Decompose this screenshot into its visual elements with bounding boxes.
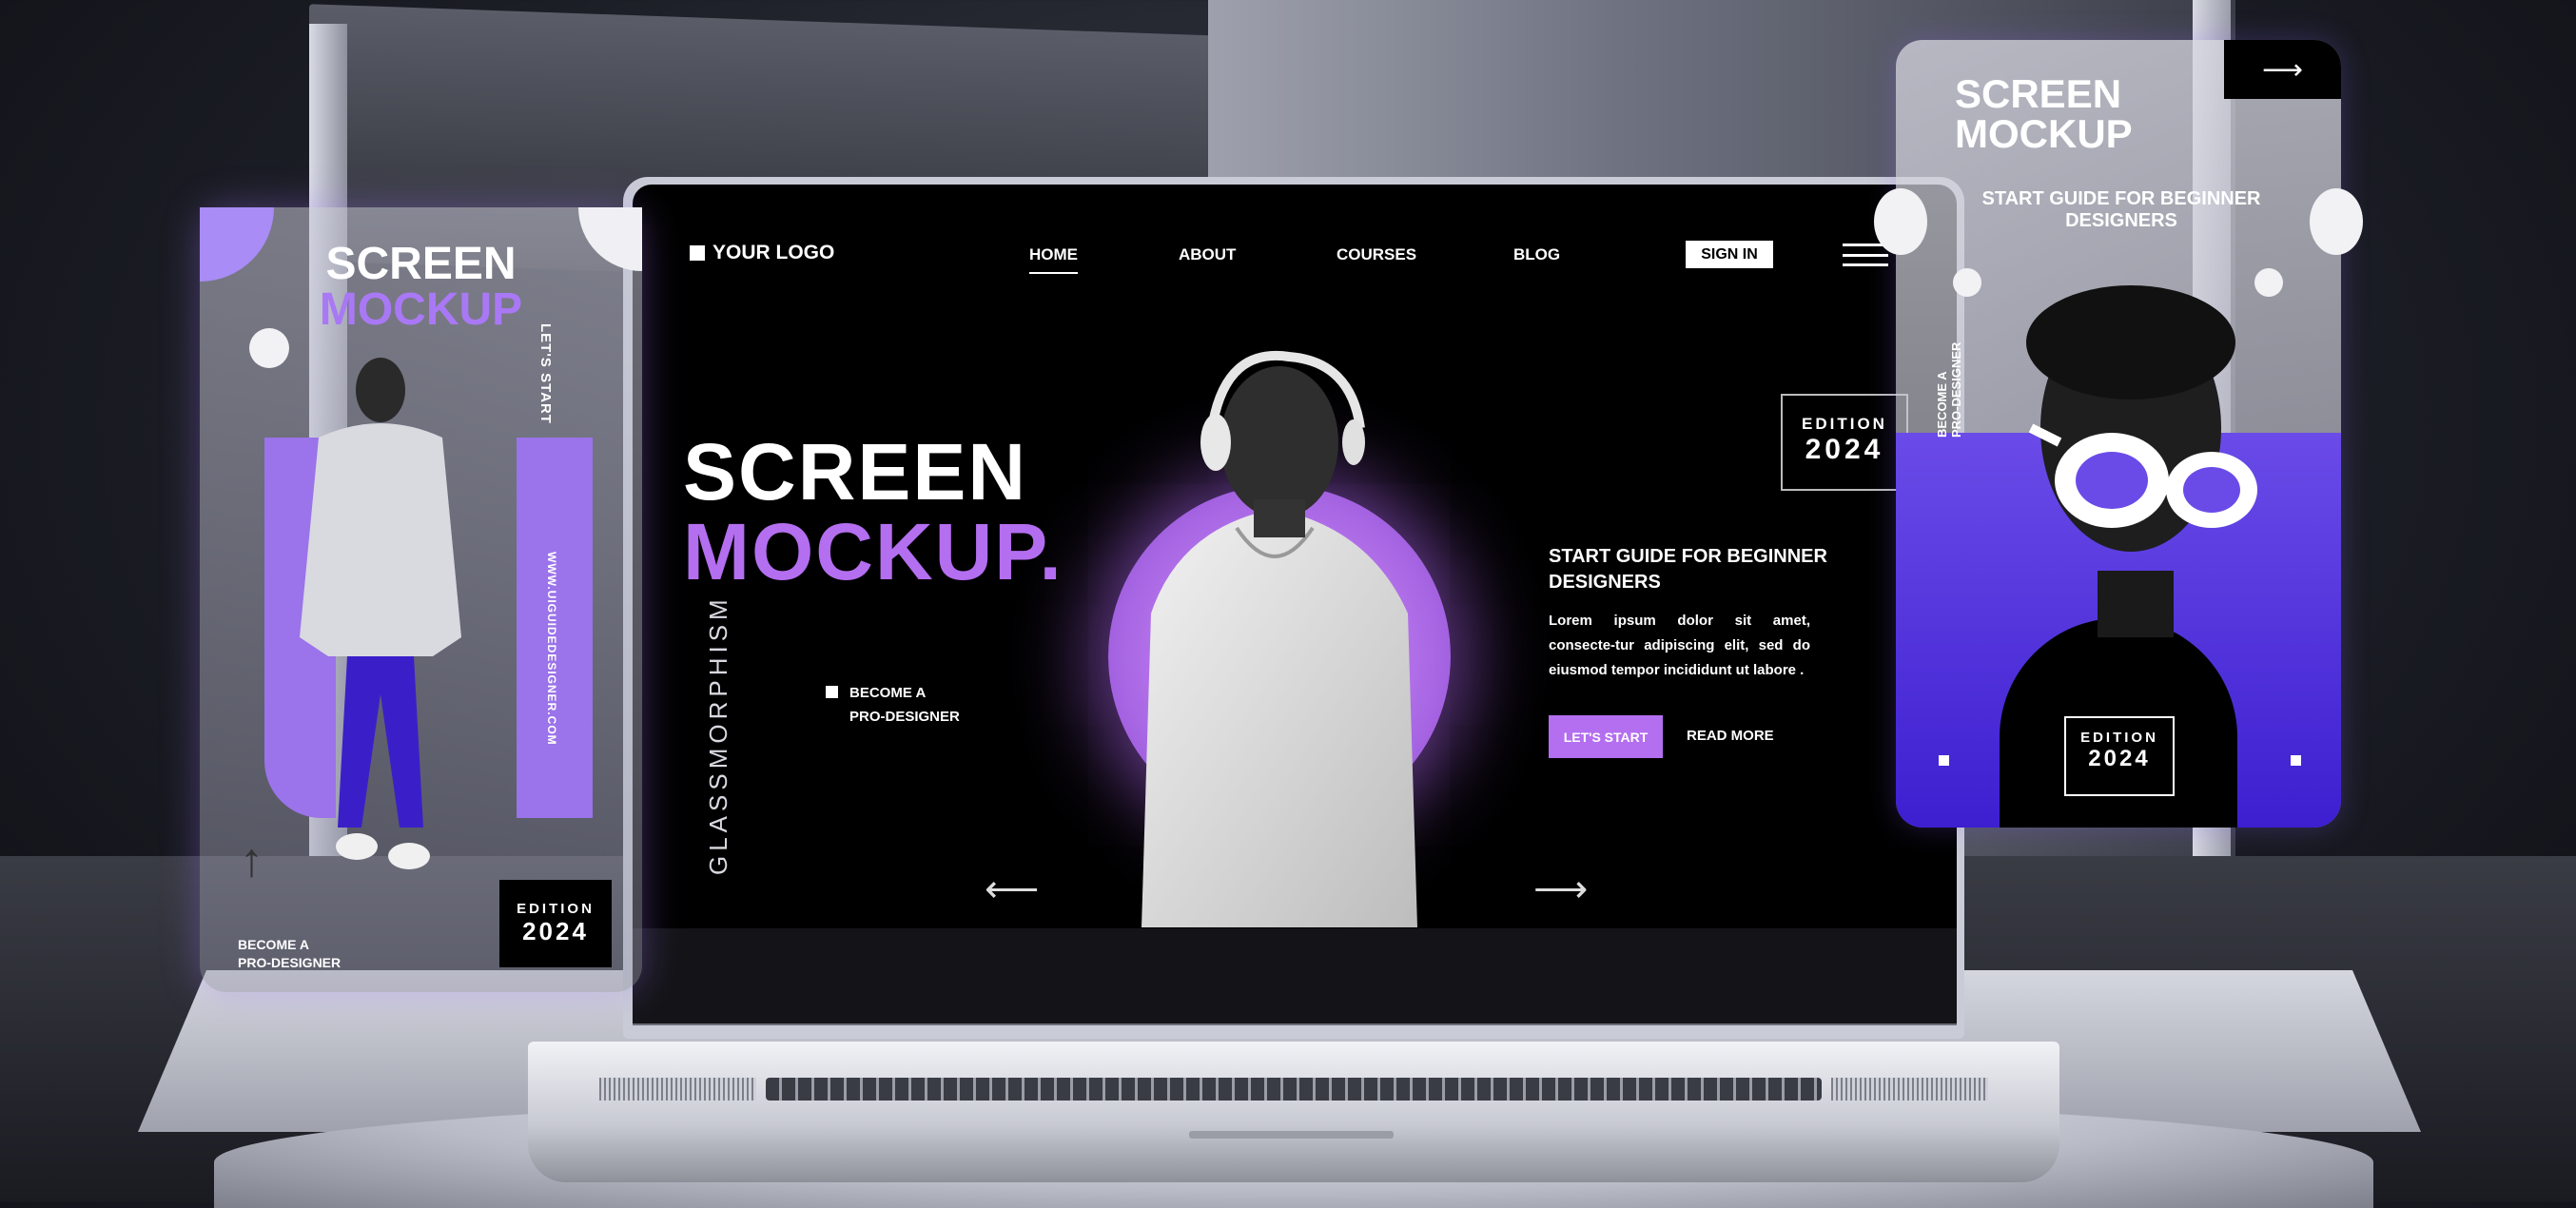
site-logo[interactable]: YOUR LOGO [690,242,834,264]
edition-label: EDITION [1802,415,1887,433]
prev-arrow-icon[interactable]: ⟵ [985,867,1039,911]
right-card-edition-year: 2024 [2088,746,2151,771]
left-card-edition-badge: EDITION 2024 [499,880,612,967]
left-card-person-image [300,358,461,869]
hero-title-line1: SCREEN [683,427,1028,516]
left-card-title-line2: MOCKUP [319,284,523,335]
arrow-up-icon: ↑ [240,833,263,887]
right-card-title-line2: MOCKUP [1955,111,2133,156]
nav-about[interactable]: ABOUT [1179,245,1236,264]
left-card-lets-start: LET'S START [537,323,554,424]
next-arrow-icon[interactable]: ⟶ [1533,867,1588,911]
right-card-edition-label: EDITION [2080,730,2158,746]
right-card-person-image [2026,285,2257,637]
glassmorphism-label: GLASSMORPHISM [704,594,732,875]
sign-in-button[interactable]: SIGN IN [1686,241,1773,268]
hero-title-line2: MOCKUP. [683,507,1064,596]
guide-body: Lorem ipsum dolor sit amet, consecte-tur… [1549,613,1810,678]
right-card-subtitle: START GUIDE FOR BEGINNER DESIGNERS [1981,188,2261,231]
left-card-url: WWW.UIGUIDEDESIGNER.COM [545,552,558,746]
guide-title: START GUIDE FOR BEGINNER DESIGNERS [1549,546,1827,593]
keyboard [766,1078,1822,1101]
right-card-title-line1: SCREEN [1955,71,2122,116]
edition-badge: EDITION 2024 [1781,394,1908,491]
bullet-square-icon [826,686,838,698]
left-card-become-line2: PRO-DESIGNER [238,955,342,970]
left-card-edition-label: EDITION [517,901,595,917]
left-card-become: BECOME A PRO-DESIGNER [238,936,341,972]
right-card-vertical-line1: BECOME A [1935,371,1949,438]
logo-square-icon [690,245,705,261]
right-card-vertical-text: BECOME A PRO-DESIGNER [1935,342,1963,438]
laptop-base [528,1042,2059,1182]
logo-text: YOUR LOGO [712,242,835,263]
menu-icon[interactable] [1843,244,1888,266]
become-line1: BECOME A [849,685,927,701]
right-card-vertical-line2: PRO-DESIGNER [1949,341,1963,438]
speaker-grill-left [599,1078,756,1101]
lets-start-button[interactable]: LET'S START [1549,715,1663,758]
left-card-become-line1: BECOME A [238,937,309,952]
edition-year: 2024 [1805,434,1884,465]
nav-blog[interactable]: BLOG [1513,245,1560,264]
nav-courses[interactable]: COURSES [1337,245,1416,264]
hero-person-image [1142,350,1417,927]
left-card-edition-year: 2024 [522,917,589,945]
right-card-arrow-icon[interactable]: ⟶ [2224,40,2341,99]
right-card-circle-right [2310,188,2363,255]
screen-bottom-strip [633,928,1957,1025]
become-pro-designer: BECOME A PRO-DESIGNER [826,681,960,729]
become-line2: PRO-DESIGNER [849,709,960,725]
speaker-grill-right [1831,1078,1988,1101]
nav-home[interactable]: HOME [1029,245,1078,274]
right-card-square-right [2291,755,2301,766]
right-card-edition-badge: EDITION 2024 [2064,716,2175,796]
read-more-link[interactable]: READ MORE [1687,728,1774,744]
right-card-square-left [1939,755,1949,766]
trackpad-lip [1189,1131,1394,1139]
left-card-title-line1: SCREEN [325,239,517,289]
right-card-circle-left [1874,188,1927,255]
right-card-dot-left [1953,268,1981,297]
